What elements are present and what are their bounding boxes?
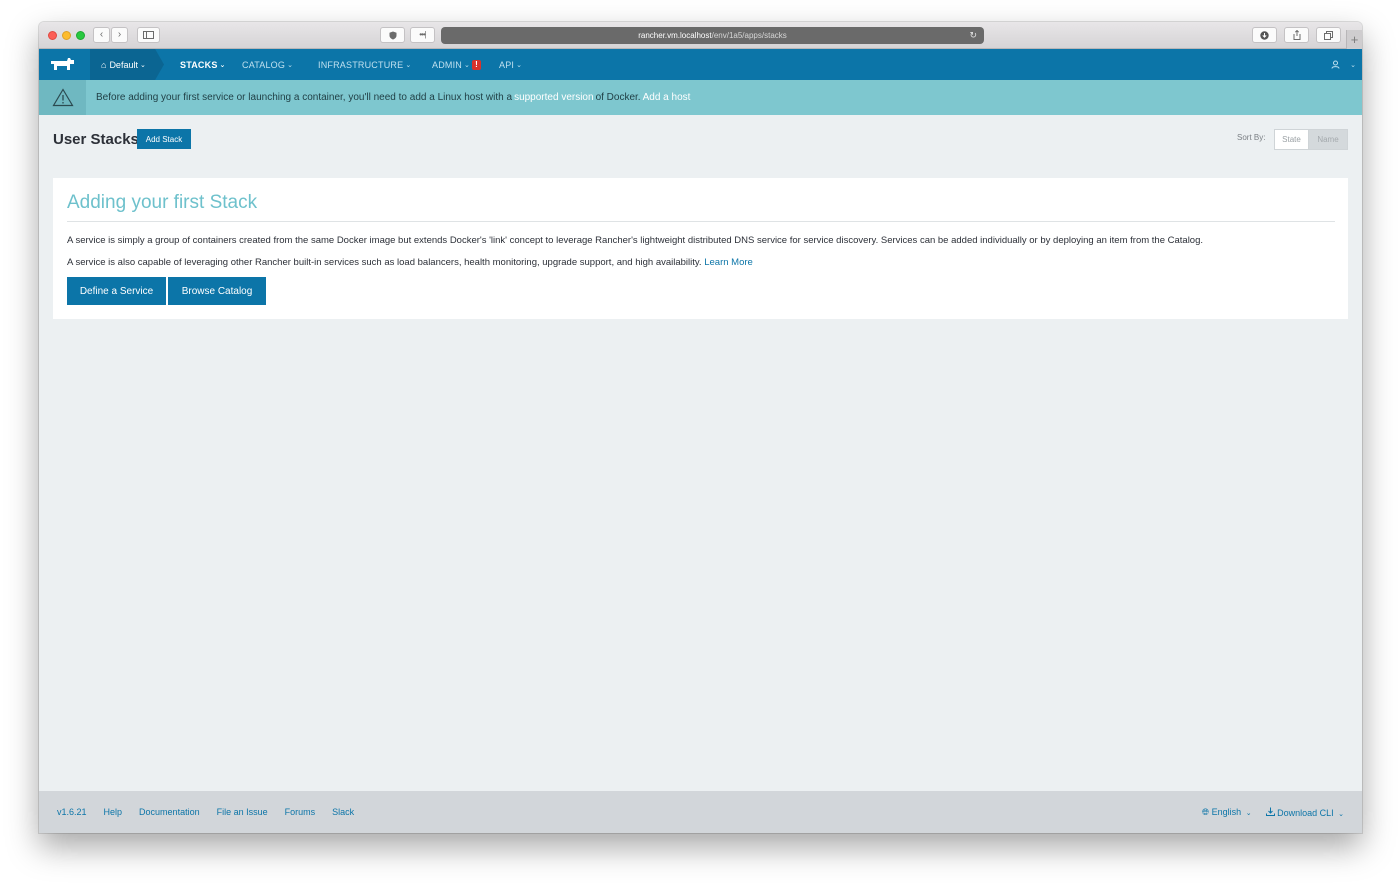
card-paragraph-2-text: A service is also capable of leveraging … [67, 257, 702, 268]
sidebar-toggle-icon[interactable] [137, 27, 160, 43]
globe-icon: 🌐︎ [1201, 806, 1210, 817]
chevron-down-icon: ⌄ [464, 61, 471, 69]
banner-text-start: Before adding your first service or laun… [96, 92, 513, 103]
reload-icon[interactable]: ↻ [969, 30, 977, 41]
add-stack-button[interactable]: Add Stack [137, 129, 191, 149]
nav-admin-label: ADMIN [432, 59, 462, 70]
card-paragraph-2: A service is also capable of leveraging … [67, 257, 753, 268]
home-icon: ⌂ [101, 59, 107, 70]
user-icon [1331, 60, 1340, 69]
nav-catalog[interactable]: CATALOG ⌄ [242, 49, 293, 80]
nav-infrastructure-label: INFRASTRUCTURE [318, 59, 404, 70]
minimize-window-icon[interactable] [62, 31, 71, 40]
environment-name: Default [109, 59, 138, 70]
footer-link-slack[interactable]: Slack [332, 807, 354, 817]
shield-icon[interactable] [380, 27, 405, 43]
nav-admin[interactable]: ADMIN ⌄ ! [432, 49, 482, 80]
environment-switcher[interactable]: ⌂ Default ⌄ [90, 49, 164, 80]
sort-name-button[interactable]: Name [1309, 129, 1348, 150]
footer-links: v1.6.21 Help Documentation File an Issue… [57, 791, 354, 833]
supported-version-link[interactable]: supported version [514, 92, 594, 103]
footer-actions: 🌐︎ English ⌄ Download CLI ⌄ [1202, 791, 1344, 833]
learn-more-link[interactable]: Learn More [704, 257, 753, 268]
chevron-down-icon: ⌄ [1245, 809, 1252, 817]
footer-link-documentation[interactable]: Documentation [139, 807, 200, 817]
user-menu[interactable]: ⌄ [1331, 49, 1356, 80]
host-warning-banner: Before adding your first service or laun… [39, 80, 1362, 115]
sort-toggle-group: State Name [1274, 129, 1348, 150]
back-arrow-icon[interactable]: ‹ [93, 27, 110, 43]
first-stack-card: Adding your first Stack A service is sim… [53, 178, 1348, 319]
version-link[interactable]: v1.6.21 [57, 807, 87, 817]
browser-toolbar: ‹ › •••| rancher.vm.localhost/env/1a5/ap… [39, 22, 1362, 49]
chevron-down-icon: ⌄ [405, 61, 412, 69]
tabs-overview-icon[interactable] [1316, 27, 1341, 43]
footer-link-file-issue[interactable]: File an Issue [217, 807, 268, 817]
card-paragraph-1: A service is simply a group of container… [67, 235, 1204, 246]
banner-text-middle: of Docker. [595, 92, 641, 103]
language-selector[interactable]: 🌐︎ English ⌄ [1202, 807, 1252, 818]
address-bar[interactable]: rancher.vm.localhost/env/1a5/apps/stacks… [441, 27, 984, 44]
footer-link-forums[interactable]: Forums [285, 807, 316, 817]
nav-stacks-label: STACKS [180, 59, 218, 70]
chevron-down-icon: ⌄ [219, 61, 226, 69]
download-cli-menu[interactable]: Download CLI ⌄ [1265, 807, 1344, 818]
browser-window: ‹ › •••| rancher.vm.localhost/env/1a5/ap… [39, 22, 1362, 833]
sort-by-label: Sort By: [1237, 133, 1266, 142]
download-cli-label: Download CLI [1277, 807, 1334, 818]
rancher-logo-icon[interactable] [49, 56, 76, 73]
nav-stacks[interactable]: STACKS ⌄ [180, 49, 226, 80]
chevron-down-icon: ⌄ [139, 61, 146, 69]
nav-api-label: API [499, 59, 515, 70]
nav-catalog-label: CATALOG [242, 59, 286, 70]
warning-icon [51, 88, 74, 107]
footer-link-help[interactable]: Help [104, 807, 123, 817]
chevron-down-icon: ⌄ [1350, 61, 1356, 69]
forward-arrow-icon[interactable]: › [111, 27, 128, 43]
language-label: English [1211, 806, 1242, 817]
url-host: rancher.vm.localhost [638, 31, 712, 40]
browse-catalog-button[interactable]: Browse Catalog [168, 277, 266, 305]
nav-api[interactable]: API ⌄ [499, 49, 522, 80]
download-icon[interactable] [1252, 27, 1277, 43]
share-icon[interactable] [1284, 27, 1309, 43]
url-path: /env/1a5/apps/stacks [711, 31, 787, 40]
sort-state-button[interactable]: State [1274, 129, 1309, 150]
banner-icon-box [39, 80, 86, 115]
nav-infrastructure[interactable]: INFRASTRUCTURE ⌄ [318, 49, 411, 80]
main-navbar: ⌂ Default ⌄ STACKS ⌄ CATALOG ⌄ INFRASTRU… [39, 49, 1362, 80]
chevron-down-icon: ⌄ [516, 61, 523, 69]
password-icon[interactable]: •••| [410, 27, 435, 43]
chevron-down-icon: ⌄ [287, 61, 294, 69]
define-service-button[interactable]: Define a Service [67, 277, 166, 305]
new-tab-icon[interactable]: + [1346, 30, 1362, 49]
banner-message: Before adding your first service or laun… [96, 80, 692, 115]
admin-alert-badge: ! [472, 59, 482, 70]
card-title: Adding your first Stack [67, 192, 258, 213]
chevron-down-icon: ⌄ [1338, 810, 1344, 818]
page-title: User Stacks [53, 131, 139, 148]
download-icon [1265, 807, 1275, 816]
add-host-link[interactable]: Add a host [643, 92, 691, 103]
maximize-window-icon[interactable] [76, 31, 85, 40]
card-divider [67, 221, 1335, 222]
close-window-icon[interactable] [48, 31, 57, 40]
page-footer: v1.6.21 Help Documentation File an Issue… [39, 791, 1362, 833]
